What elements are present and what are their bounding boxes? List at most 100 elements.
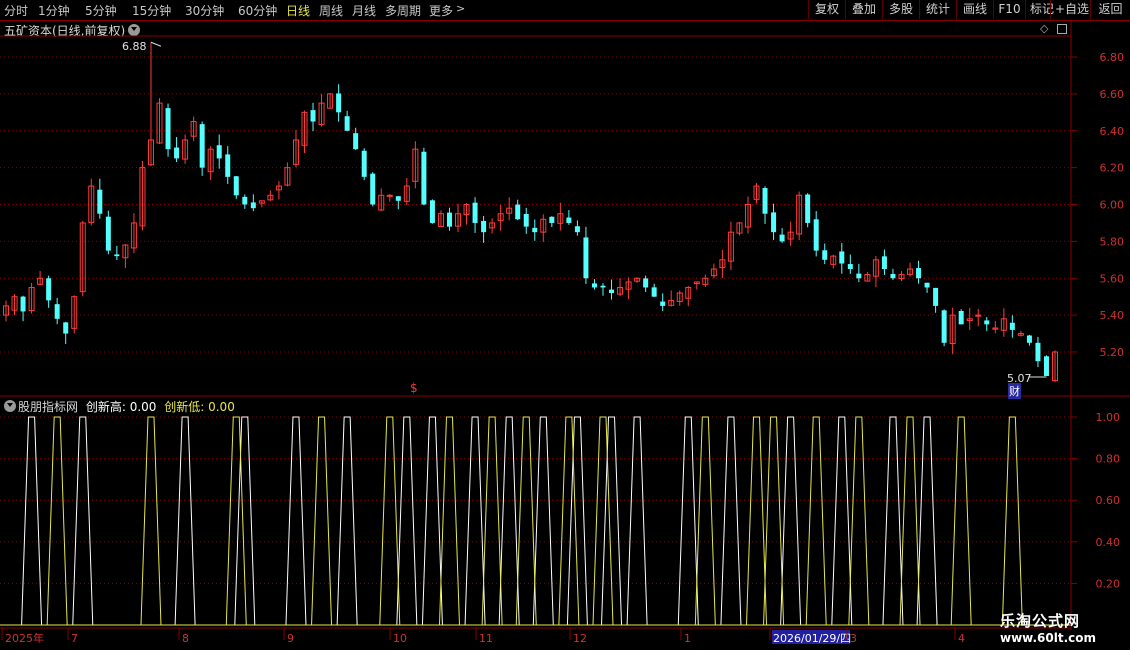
candle-body-down bbox=[20, 296, 26, 312]
new-high-pulse bbox=[626, 416, 648, 626]
new-high-pulse bbox=[464, 416, 486, 626]
candle-body-down bbox=[566, 217, 572, 223]
new-low-pulse bbox=[481, 416, 503, 626]
indicator-tick-label: 0.40 bbox=[1096, 536, 1121, 549]
candle-body-up bbox=[975, 314, 982, 317]
new-high-pulse bbox=[677, 416, 699, 626]
candle-body-down bbox=[250, 202, 256, 209]
new-low-pulse bbox=[1001, 416, 1023, 626]
new-high-pulse bbox=[21, 416, 43, 626]
new-high-pulse bbox=[532, 416, 554, 626]
date-label: 2025年 bbox=[5, 631, 44, 645]
candle-body-down bbox=[958, 310, 964, 325]
candle-body-down bbox=[353, 133, 359, 150]
indicator-tick-label: 1.00 bbox=[1096, 411, 1121, 424]
candle-body-down bbox=[549, 216, 555, 223]
price-tick-label: 6.60 bbox=[1100, 88, 1125, 101]
candle-body-down bbox=[660, 301, 666, 306]
new-low-pulse bbox=[379, 416, 401, 626]
new-high-pulse bbox=[336, 416, 358, 626]
price-tick-label: 5.40 bbox=[1100, 309, 1125, 322]
candle-body-down bbox=[336, 93, 342, 113]
dividend-marker[interactable]: $ bbox=[410, 381, 418, 395]
candle-body-down bbox=[591, 283, 597, 288]
date-label: 10 bbox=[393, 632, 407, 645]
new-low-pulse bbox=[950, 416, 972, 626]
date-label: 3 bbox=[850, 632, 857, 645]
candle-body-down bbox=[361, 150, 367, 177]
new-low-pulse bbox=[805, 416, 827, 626]
new-high-pulse bbox=[916, 416, 938, 626]
new-low-pulse bbox=[140, 416, 162, 626]
new-low-pulse bbox=[694, 416, 716, 626]
high-price-label: 6.88 bbox=[122, 40, 147, 53]
new-low-pulse bbox=[515, 416, 537, 626]
candle-body-down bbox=[984, 320, 990, 325]
candle-body-down bbox=[242, 196, 248, 205]
candle-body-down bbox=[933, 287, 939, 306]
indicator-tick-label: 0.60 bbox=[1096, 494, 1121, 507]
candle-body-down bbox=[446, 212, 452, 227]
candle-body-down bbox=[395, 196, 401, 201]
candle-body-down bbox=[54, 304, 60, 319]
candle-body-down bbox=[233, 176, 239, 196]
candle-body-down bbox=[216, 145, 222, 159]
candle-body-down bbox=[523, 214, 529, 227]
candle-body-down bbox=[600, 285, 606, 288]
price-tick-label: 5.60 bbox=[1100, 272, 1125, 285]
date-label: 2026/01/29/四 bbox=[773, 632, 851, 645]
candle-body-down bbox=[344, 116, 350, 131]
candle-body-down bbox=[941, 310, 947, 343]
price-tick-label: 6.80 bbox=[1100, 51, 1125, 64]
candle-body-down bbox=[46, 278, 52, 301]
price-tick-label: 6.20 bbox=[1100, 162, 1125, 175]
candle-body-down bbox=[515, 204, 521, 220]
candle-body-down bbox=[225, 154, 231, 177]
date-label: 12 bbox=[573, 632, 587, 645]
candle-body-down bbox=[105, 216, 111, 251]
price-tick-label: 5.80 bbox=[1100, 235, 1125, 248]
candle-body-down bbox=[1026, 335, 1032, 343]
new-low-pulse bbox=[438, 416, 460, 626]
candle-body-down bbox=[839, 251, 845, 264]
new-high-pulse bbox=[882, 416, 904, 626]
candle-body-down bbox=[481, 220, 487, 233]
new-high-pulse bbox=[831, 416, 853, 626]
candle-body-down bbox=[779, 234, 785, 242]
candle-body-down bbox=[310, 110, 316, 122]
grid-lines bbox=[0, 56, 1070, 584]
candle-body-down bbox=[583, 237, 589, 279]
new-high-pulse bbox=[498, 416, 520, 626]
new-low-pulse bbox=[899, 416, 921, 626]
candle-body-down bbox=[881, 256, 887, 270]
candle-body-down bbox=[771, 212, 777, 233]
candle-body-down bbox=[916, 268, 922, 279]
candle-body-down bbox=[574, 226, 580, 233]
candle-body-down bbox=[643, 278, 649, 288]
kline-chart[interactable]: 6.80 6.60 6.40 6.20 6.00 5.80 5.60 5.40 5.20 1.00… bbox=[0, 0, 1130, 650]
new-low-pulse bbox=[763, 416, 785, 626]
candle-body-down bbox=[651, 287, 657, 297]
candle-body-down bbox=[532, 227, 538, 233]
candle-body-down bbox=[421, 151, 427, 205]
candle-body-down bbox=[114, 254, 120, 257]
candle-body-down bbox=[822, 250, 828, 260]
candle-body-down bbox=[472, 202, 478, 223]
candle-body-down bbox=[1009, 322, 1015, 330]
high-pointer bbox=[150, 41, 162, 47]
candle-body-down bbox=[370, 173, 376, 205]
price-tick-label: 6.40 bbox=[1100, 125, 1125, 138]
candle-body-down bbox=[609, 289, 615, 293]
new-high-pulse bbox=[421, 416, 443, 626]
new-low-pulse bbox=[848, 416, 870, 626]
date-label: 11 bbox=[479, 632, 493, 645]
candlesticks bbox=[3, 42, 1058, 383]
candle-body-down bbox=[890, 273, 896, 279]
new-low-pulse bbox=[46, 416, 68, 626]
candle-body-down bbox=[856, 273, 862, 279]
finance-badge[interactable]: 财 bbox=[1008, 383, 1021, 399]
candle-body-down bbox=[847, 264, 853, 270]
watermark-url: www.60lt.com bbox=[1000, 631, 1097, 645]
new-high-pulse bbox=[285, 416, 307, 626]
candle-body-down bbox=[1043, 356, 1049, 376]
